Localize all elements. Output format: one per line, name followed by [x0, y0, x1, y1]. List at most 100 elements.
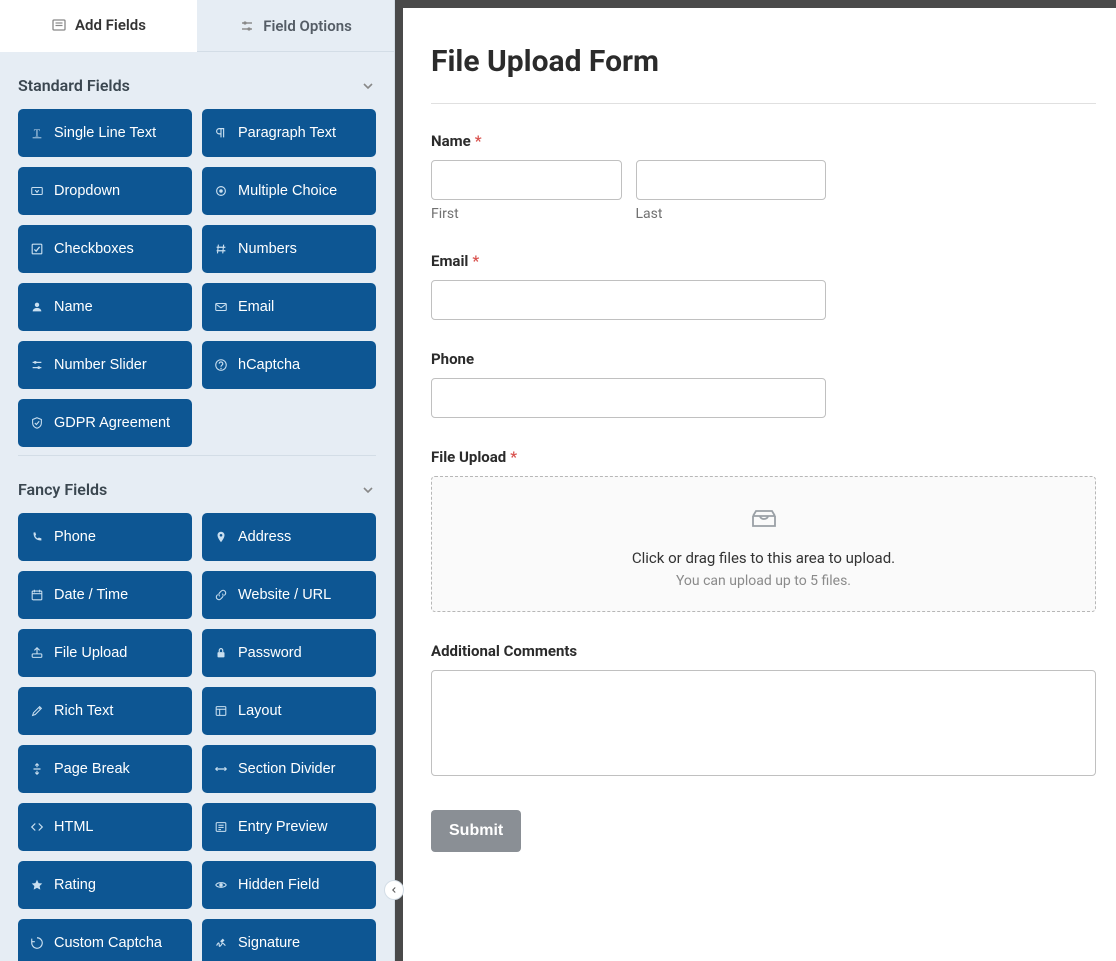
field-type-website-url[interactable]: Website / URL — [202, 571, 376, 619]
field-type-page-break[interactable]: Page Break — [18, 745, 192, 793]
field-type-label: Name — [54, 299, 93, 315]
paragraph-icon — [214, 126, 228, 140]
divider-icon — [214, 762, 228, 776]
tab-label: Add Fields — [75, 16, 146, 34]
section-standard-header[interactable]: Standard Fields — [18, 52, 376, 109]
signature-icon — [214, 936, 228, 950]
field-type-label: Multiple Choice — [238, 183, 337, 199]
dropzone-text: Click or drag files to this area to uplo… — [448, 549, 1079, 567]
field-type-label: Rich Text — [54, 703, 113, 719]
pagebreak-icon — [30, 762, 44, 776]
section-fancy-header[interactable]: Fancy Fields — [18, 456, 376, 513]
field-type-password[interactable]: Password — [202, 629, 376, 677]
field-type-signature[interactable]: Signature — [202, 919, 376, 961]
section-title: Standard Fields — [18, 76, 130, 95]
field-type-label: Signature — [238, 935, 300, 951]
field-type-label: Checkboxes — [54, 241, 134, 257]
fancy-fields-grid: PhoneAddressDate / TimeWebsite / URLFile… — [18, 513, 376, 961]
field-file-upload: File Upload* Click or drag files to this… — [431, 448, 1096, 612]
field-type-single-line-text[interactable]: Single Line Text — [18, 109, 192, 157]
sublabel-last: Last — [636, 206, 827, 222]
field-type-file-upload[interactable]: File Upload — [18, 629, 192, 677]
field-type-numbers[interactable]: Numbers — [202, 225, 376, 273]
sliders-icon — [239, 18, 255, 34]
radio-icon — [214, 184, 228, 198]
layout-icon — [214, 704, 228, 718]
chevron-down-icon — [360, 482, 376, 498]
edit-icon — [30, 704, 44, 718]
field-type-label: Layout — [238, 703, 282, 719]
field-type-section-divider[interactable]: Section Divider — [202, 745, 376, 793]
field-type-rating[interactable]: Rating — [18, 861, 192, 909]
preview-icon — [214, 820, 228, 834]
field-type-entry-preview[interactable]: Entry Preview — [202, 803, 376, 851]
code-icon — [30, 820, 44, 834]
captcha-icon — [30, 936, 44, 950]
field-type-address[interactable]: Address — [202, 513, 376, 561]
field-email: Email* — [431, 252, 1096, 320]
question-icon — [214, 358, 228, 372]
field-type-label: Section Divider — [238, 761, 336, 777]
field-phone: Phone — [431, 350, 1096, 418]
form-icon — [51, 17, 67, 33]
collapse-sidebar-button[interactable] — [384, 880, 404, 900]
field-type-hcaptcha[interactable]: hCaptcha — [202, 341, 376, 389]
field-type-email[interactable]: Email — [202, 283, 376, 331]
lock-icon — [214, 646, 228, 660]
required-asterisk: * — [510, 448, 517, 466]
field-type-phone[interactable]: Phone — [18, 513, 192, 561]
sidebar-tabs: Add Fields Field Options — [0, 0, 394, 52]
field-type-label: Custom Captcha — [54, 935, 162, 951]
input-last-name[interactable] — [636, 160, 827, 200]
sidebar: Add Fields Field Options Standard Fields… — [0, 0, 395, 961]
field-type-custom-captcha[interactable]: Custom Captcha — [18, 919, 192, 961]
field-type-dropdown[interactable]: Dropdown — [18, 167, 192, 215]
field-type-label: GDPR Agreement — [54, 415, 170, 431]
field-type-name[interactable]: Name — [18, 283, 192, 331]
input-first-name[interactable] — [431, 160, 622, 200]
fields-panel: Standard Fields Single Line Text Paragrap… — [0, 52, 394, 961]
standard-fields-grid: Single Line Text Paragraph Text Dropdown Mu… — [18, 109, 376, 447]
field-type-gdpr-agreement[interactable]: GDPR Agreement — [18, 399, 192, 447]
field-type-label: Paragraph Text — [238, 125, 336, 141]
field-name: Name* First Last — [431, 132, 1096, 222]
shield-icon — [30, 416, 44, 430]
hash-icon — [214, 242, 228, 256]
dropdown-icon — [30, 184, 44, 198]
link-icon — [214, 588, 228, 602]
required-asterisk: * — [475, 132, 482, 150]
field-type-paragraph-text[interactable]: Paragraph Text — [202, 109, 376, 157]
input-email[interactable] — [431, 280, 826, 320]
tab-field-options[interactable]: Field Options — [197, 0, 394, 52]
chevron-down-icon — [360, 78, 376, 94]
label-email: Email* — [431, 252, 1096, 270]
field-type-label: Rating — [54, 877, 96, 893]
field-type-multiple-choice[interactable]: Multiple Choice — [202, 167, 376, 215]
tab-add-fields[interactable]: Add Fields — [0, 0, 197, 52]
field-type-label: hCaptcha — [238, 357, 300, 373]
field-type-rich-text[interactable]: Rich Text — [18, 687, 192, 735]
field-comments: Additional Comments — [431, 642, 1096, 780]
field-type-hidden-field[interactable]: Hidden Field — [202, 861, 376, 909]
field-type-html[interactable]: HTML — [18, 803, 192, 851]
field-type-label: Numbers — [238, 241, 297, 257]
field-type-label: HTML — [54, 819, 93, 835]
field-type-checkboxes[interactable]: Checkboxes — [18, 225, 192, 273]
text-icon — [30, 126, 44, 140]
user-icon — [30, 300, 44, 314]
form-title: File Upload Form — [431, 44, 1096, 79]
field-type-layout[interactable]: Layout — [202, 687, 376, 735]
input-comments[interactable] — [431, 670, 1096, 776]
submit-button[interactable]: Submit — [431, 810, 521, 852]
field-type-number-slider[interactable]: Number Slider — [18, 341, 192, 389]
inbox-icon — [749, 505, 779, 531]
file-dropzone[interactable]: Click or drag files to this area to uplo… — [431, 476, 1096, 612]
phone-icon — [30, 530, 44, 544]
calendar-icon — [30, 588, 44, 602]
field-type-date-time[interactable]: Date / Time — [18, 571, 192, 619]
envelope-icon — [214, 300, 228, 314]
field-type-label: Number Slider — [54, 357, 147, 373]
star-icon — [30, 878, 44, 892]
form-canvas-wrap: File Upload Form Name* First Last — [395, 0, 1116, 961]
input-phone[interactable] — [431, 378, 826, 418]
